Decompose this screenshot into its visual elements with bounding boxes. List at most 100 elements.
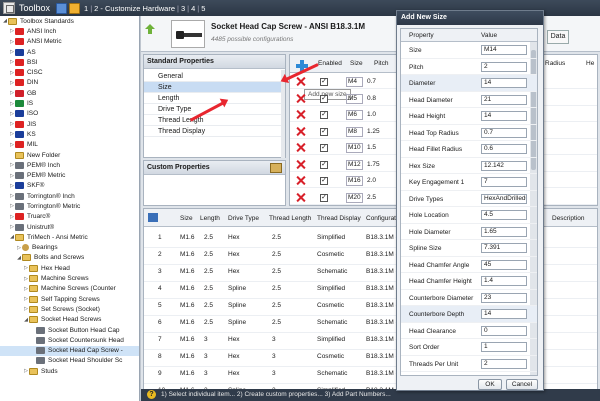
property-value-field[interactable]: 2 bbox=[481, 61, 527, 72]
ok-button[interactable]: OK bbox=[478, 379, 502, 390]
custom-properties-icon[interactable] bbox=[270, 163, 282, 173]
size-field[interactable]: M8 bbox=[346, 126, 363, 137]
property-item[interactable]: General bbox=[144, 71, 283, 82]
enabled-checkbox[interactable]: ✓ bbox=[320, 177, 328, 185]
property-value-field[interactable]: M14 bbox=[481, 45, 527, 55]
delete-icon[interactable] bbox=[296, 77, 305, 86]
tree-item[interactable]: ◢ Toolbox Standards bbox=[0, 16, 139, 26]
size-field[interactable]: M6 bbox=[346, 110, 363, 120]
breadcrumb-step[interactable]: 4 bbox=[191, 4, 195, 13]
tree-item[interactable]: ▷ Self Tapping Screws bbox=[0, 294, 139, 304]
property-item[interactable]: Thread Display bbox=[144, 126, 283, 137]
tree-item[interactable]: ▷ Unistrut® bbox=[0, 222, 139, 232]
enabled-checkbox[interactable]: ✓ bbox=[320, 160, 328, 169]
property-value-field[interactable]: 14 bbox=[481, 78, 527, 88]
tree-item[interactable]: ▷ ISO bbox=[0, 109, 139, 119]
tree-item[interactable]: ▷ PEM® Metric bbox=[0, 170, 139, 180]
size-field[interactable]: M10 bbox=[346, 143, 363, 153]
size-field[interactable]: M20 bbox=[346, 192, 363, 203]
tree-item[interactable]: ▷ KS bbox=[0, 129, 139, 139]
delete-icon[interactable] bbox=[296, 94, 305, 103]
tree-item[interactable]: ▷ Torrington® Inch bbox=[0, 191, 139, 201]
property-value-field[interactable]: 0.6 bbox=[481, 144, 527, 154]
property-item[interactable]: Size bbox=[144, 82, 283, 93]
tree-item[interactable]: ▷ Bearings bbox=[0, 243, 139, 253]
property-value-field[interactable]: 14 bbox=[481, 111, 527, 121]
delete-icon[interactable] bbox=[296, 143, 305, 152]
save-icon[interactable] bbox=[56, 2, 68, 14]
tree-item[interactable]: Socket Button Head Cap bbox=[0, 325, 139, 335]
tree-item[interactable]: ▷ PEM® Inch bbox=[0, 160, 139, 170]
property-value-field[interactable]: 45 bbox=[481, 259, 527, 270]
tree-item[interactable]: ▷ Machine Screws bbox=[0, 273, 139, 283]
delete-icon[interactable] bbox=[296, 160, 305, 169]
delete-icon[interactable] bbox=[296, 110, 305, 119]
property-value-field[interactable]: 23 bbox=[481, 292, 527, 303]
property-value-field[interactable]: 12.142 bbox=[481, 160, 527, 171]
grid-options-icon[interactable] bbox=[148, 213, 158, 222]
property-value-field[interactable]: 1.65 bbox=[481, 226, 527, 237]
enabled-checkbox[interactable]: ✓ bbox=[320, 144, 328, 152]
tree-item[interactable]: ◢ Bolts and Screws bbox=[0, 253, 139, 263]
property-item[interactable]: Length bbox=[144, 93, 283, 104]
home-icon[interactable] bbox=[69, 2, 81, 14]
tree-item[interactable]: ▷ JIS bbox=[0, 119, 139, 129]
property-value-field[interactable]: 1.4 bbox=[481, 276, 527, 286]
property-value-field[interactable]: 21 bbox=[481, 94, 527, 105]
tree-item[interactable]: ◢ TriMech - Ansi Metric bbox=[0, 232, 139, 242]
cell-num: 2 bbox=[158, 251, 162, 258]
breadcrumb-step[interactable]: 1 bbox=[84, 4, 88, 13]
tree-item[interactable]: ▷ MIL bbox=[0, 140, 139, 150]
tree-item[interactable]: Socket Head Shoulder Sc bbox=[0, 356, 139, 366]
property-value-field[interactable]: 7.391 bbox=[481, 243, 527, 253]
tree-item[interactable]: ▷ CISC bbox=[0, 67, 139, 77]
dialog-row: Key Engagement 1 7 bbox=[401, 174, 537, 191]
size-field[interactable]: M12 bbox=[346, 159, 363, 170]
go-up-icon[interactable] bbox=[145, 24, 155, 34]
size-field[interactable]: M5 bbox=[346, 93, 363, 104]
tree-item[interactable]: ▷ BSI bbox=[0, 57, 139, 67]
tree-item[interactable]: ◢ Socket Head Screws bbox=[0, 315, 139, 325]
enabled-checkbox[interactable]: ✓ bbox=[320, 94, 328, 103]
tree-item-label: Toolbox Standards bbox=[20, 17, 74, 25]
enabled-checkbox[interactable]: ✓ bbox=[320, 111, 328, 119]
enabled-checkbox[interactable]: ✓ bbox=[320, 127, 328, 136]
tree-item[interactable]: ▷ ANSI Inch bbox=[0, 26, 139, 36]
tree-item[interactable]: ▷ ANSI Metric bbox=[0, 37, 139, 47]
tree-item[interactable]: ▷ Hex Head bbox=[0, 263, 139, 273]
enabled-checkbox[interactable]: ✓ bbox=[320, 78, 328, 86]
tree-item[interactable]: ▷ Set Screws (Socket) bbox=[0, 304, 139, 314]
tree-item[interactable]: ▷ SKF® bbox=[0, 181, 139, 191]
tree-item[interactable]: ▷ Truarc® bbox=[0, 212, 139, 222]
tree-item[interactable]: Socket Head Cap Screw - bbox=[0, 345, 139, 356]
breadcrumb-step[interactable]: 5 bbox=[201, 4, 205, 13]
cancel-button[interactable]: Cancel bbox=[506, 379, 538, 390]
size-field[interactable]: M4 bbox=[346, 77, 363, 87]
tree-item[interactable]: ▷ Machine Screws (Counter bbox=[0, 284, 139, 294]
property-value-field[interactable]: 14 bbox=[481, 309, 527, 319]
tree-item[interactable]: New Folder bbox=[0, 150, 139, 160]
size-field[interactable]: M16 bbox=[346, 176, 363, 186]
tree-item[interactable]: ▷ DIN bbox=[0, 78, 139, 88]
property-value-field[interactable]: 1 bbox=[481, 342, 527, 352]
tree-item[interactable]: Socket Countersunk Head bbox=[0, 335, 139, 345]
delete-icon[interactable] bbox=[296, 127, 305, 136]
data-button[interactable]: Data bbox=[547, 30, 569, 44]
tree-item[interactable]: ▷ GB bbox=[0, 88, 139, 98]
tree-item[interactable]: ▷ Torrington® Metric bbox=[0, 201, 139, 211]
delete-icon[interactable] bbox=[296, 193, 305, 202]
property-value-field[interactable]: 2 bbox=[481, 358, 527, 369]
property-value-field[interactable]: 0.7 bbox=[481, 127, 527, 138]
breadcrumb-step[interactable]: 2 - Customize Hardware bbox=[94, 4, 175, 13]
tree-item[interactable]: ▷ Studs bbox=[0, 366, 139, 376]
tree-item[interactable]: ▷ IS bbox=[0, 98, 139, 108]
tree-item[interactable]: ▷ AS bbox=[0, 47, 139, 57]
property-value-field[interactable]: 4.5 bbox=[481, 210, 527, 220]
breadcrumb-step[interactable]: 3 bbox=[181, 4, 185, 13]
property-item[interactable]: Thread Length bbox=[144, 115, 283, 126]
delete-icon[interactable] bbox=[296, 176, 305, 185]
enabled-checkbox[interactable]: ✓ bbox=[320, 193, 328, 202]
property-value-field[interactable]: HexAndDrilled6 bbox=[481, 193, 527, 204]
property-value-field[interactable]: 7 bbox=[481, 177, 527, 187]
property-value-field[interactable]: 0 bbox=[481, 325, 527, 336]
